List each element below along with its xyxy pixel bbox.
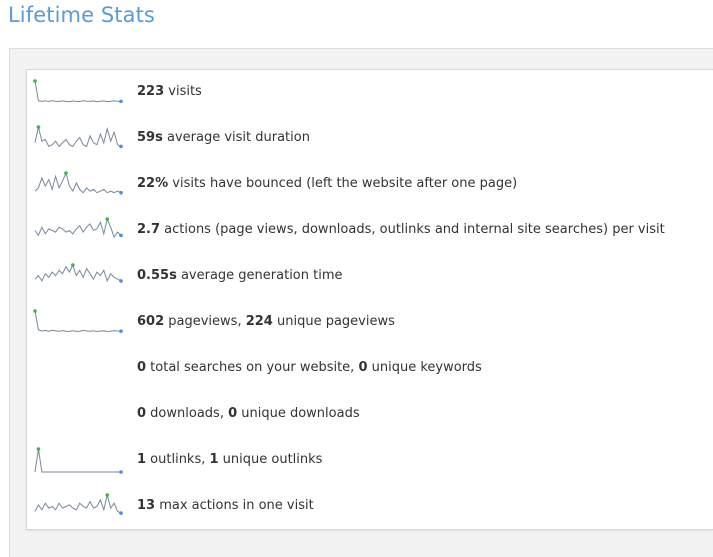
stat-text: 602 pageviews, 224 unique pageviews	[137, 314, 395, 329]
stat-row: 0 total searches on your website, 0 uniq…	[27, 346, 713, 392]
sparkline[interactable]	[31, 170, 127, 200]
stats-panel: 223 visits 59s average visit duration 22% …	[26, 69, 713, 530]
sparkline-series	[34, 217, 122, 239]
stat-value: 1	[137, 452, 147, 467]
stat-row: 2.7 actions (page views, downloads, outl…	[27, 208, 713, 254]
stat-label: outlinks,	[146, 452, 210, 467]
stat-text: 0.55s average generation time	[137, 268, 343, 283]
stat-row: 0 downloads, 0 unique downloads	[27, 392, 713, 438]
stat-label: unique outlinks	[218, 452, 323, 467]
sparkline-series	[34, 494, 122, 514]
stat-value: 0	[228, 406, 238, 421]
stat-text: 59s average visit duration	[137, 130, 310, 145]
stat-value: 22%	[137, 176, 169, 191]
stat-text: 1 outlinks, 1 unique outlinks	[137, 452, 322, 467]
stat-row: 602 pageviews, 224 unique pageviews	[27, 300, 713, 346]
stat-value: 224	[245, 314, 273, 329]
stat-label: average visit duration	[162, 130, 310, 145]
stat-label: pageviews,	[164, 314, 246, 329]
stat-label: actions (page views, downloads, outlinks…	[160, 222, 665, 237]
sparkline[interactable]	[31, 308, 127, 338]
stat-label: visits	[164, 84, 202, 99]
stat-value: 13	[137, 498, 156, 513]
sparkline-max-point	[105, 493, 110, 497]
sparkline-max-point	[105, 217, 110, 221]
stat-row: 0.55s average generation time	[27, 254, 713, 300]
stat-text: 0 total searches on your website, 0 uniq…	[137, 360, 482, 375]
stat-text: 22% visits have bounced (left the websit…	[137, 176, 517, 191]
sparkline-series	[34, 263, 122, 283]
stat-row: 223 visits	[27, 70, 713, 116]
stat-text: 0 downloads, 0 unique downloads	[137, 406, 360, 421]
stat-value: 1	[209, 452, 219, 467]
sparkline[interactable]	[31, 124, 127, 154]
stat-label: downloads,	[146, 406, 229, 421]
stat-value: 0.55s	[137, 268, 177, 283]
sparkline-end-point	[119, 279, 123, 283]
stat-value: 2.7	[137, 222, 161, 237]
sparkline-end-point	[119, 470, 123, 474]
page-title: Lifetime Stats	[8, 3, 155, 27]
stat-label: unique keywords	[367, 360, 482, 375]
sparkline[interactable]	[31, 446, 127, 476]
sparkline-max-point	[64, 171, 68, 175]
stat-row: 1 outlinks, 1 unique outlinks	[27, 438, 713, 484]
sparkline-max-point	[36, 447, 41, 451]
sparkline-series	[34, 126, 122, 148]
stat-label: unique pageviews	[272, 314, 395, 329]
sparkline-series	[34, 171, 122, 194]
stat-text: 2.7 actions (page views, downloads, outl…	[137, 222, 665, 237]
sparkline-end-point	[119, 190, 123, 195]
stat-label: total searches on your website,	[146, 360, 359, 375]
sparkline-series	[34, 310, 122, 333]
sparkline-max-point	[33, 309, 37, 313]
stat-label: max actions in one visit	[155, 498, 314, 513]
sparkline-max-point	[36, 125, 41, 129]
sparkline-max-point	[33, 79, 37, 83]
sparkline-end-point	[119, 511, 123, 515]
sparkline-end-point	[119, 329, 123, 334]
sparkline[interactable]	[31, 216, 127, 246]
sparkline[interactable]	[31, 262, 127, 292]
stat-text: 223 visits	[137, 84, 202, 99]
sparkline-max-point	[71, 263, 75, 267]
stat-row: 22% visits have bounced (left the websit…	[27, 162, 713, 208]
stat-value: 0	[137, 406, 147, 421]
stat-value: 223	[137, 84, 165, 99]
stat-label: visits have bounced (left the website af…	[168, 176, 518, 191]
stat-label: unique downloads	[237, 406, 360, 421]
sparkline-end-point	[119, 99, 123, 104]
sparkline-end-point	[119, 233, 123, 238]
stat-value: 0	[137, 360, 147, 375]
stat-text: 13 max actions in one visit	[137, 498, 314, 513]
sparkline-series	[34, 80, 122, 103]
stat-value: 602	[137, 314, 165, 329]
stat-row: 13 max actions in one visit	[27, 484, 713, 530]
stat-row: 59s average visit duration	[27, 116, 713, 162]
stat-label: average generation time	[176, 268, 343, 283]
stat-value: 59s	[137, 130, 163, 145]
sparkline-end-point	[119, 144, 123, 149]
sparkline[interactable]	[31, 78, 127, 108]
sparkline[interactable]	[31, 492, 127, 522]
sparkline-series	[34, 448, 121, 473]
stat-value: 0	[358, 360, 368, 375]
